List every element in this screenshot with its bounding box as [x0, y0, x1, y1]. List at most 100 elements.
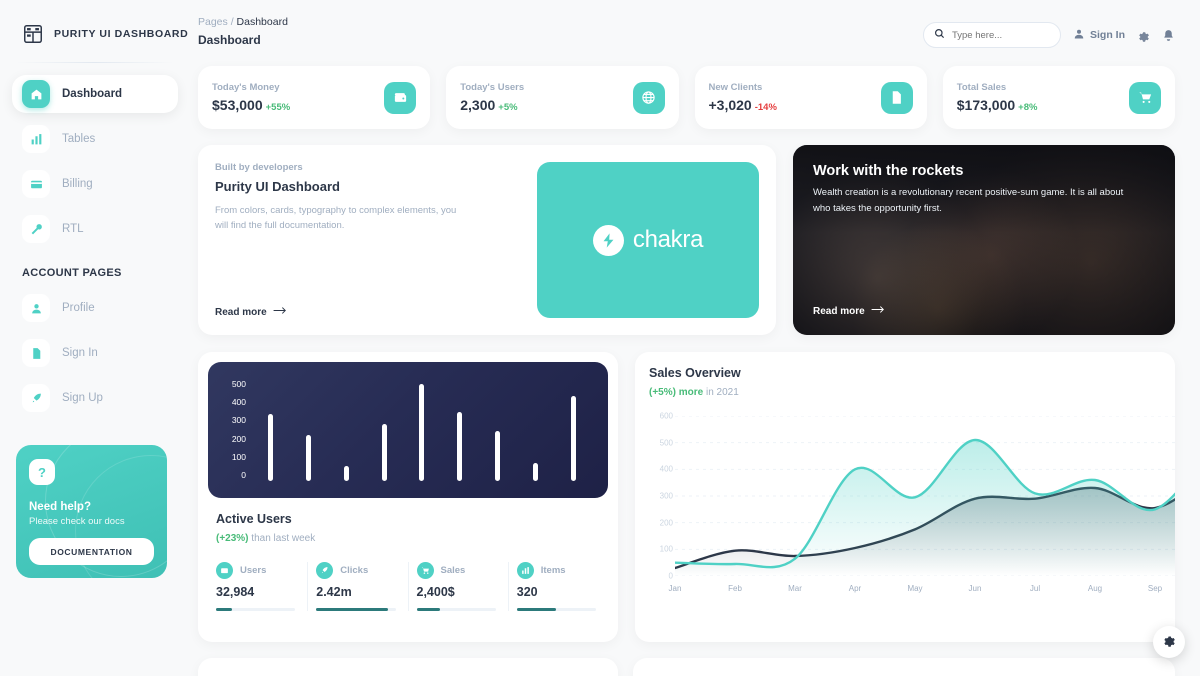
metric-value: 32,984: [216, 585, 255, 599]
bar-chart-bar: [494, 430, 500, 481]
sidebar-item-billing[interactable]: Billing: [12, 165, 178, 203]
gear-icon[interactable]: [1137, 29, 1150, 42]
sales-chart-y-tick: 200: [659, 518, 673, 528]
sidebar-divider: [16, 62, 174, 63]
sidebar-item-signup[interactable]: Sign Up: [12, 379, 178, 417]
stat-label: Today's Money: [212, 82, 280, 93]
built-card-read-more[interactable]: Read more: [215, 306, 525, 318]
sales-overview-title: Sales Overview: [649, 366, 741, 380]
search-input[interactable]: [952, 29, 1050, 41]
sidebar-item-label: RTL: [62, 223, 84, 235]
bar-chart-bar: [306, 434, 312, 481]
stat-value: $173,000: [956, 97, 1016, 113]
sidebar-item-label: Tables: [62, 133, 96, 145]
stat-value-row: +3,020 -14%: [709, 97, 777, 113]
gear-icon: [1162, 633, 1176, 652]
rockets-card-read-more[interactable]: Read more: [813, 305, 1155, 317]
sales-chart-x-tick: Jul: [1029, 584, 1041, 593]
sidebar-item-tables[interactable]: Tables: [12, 120, 178, 158]
help-card: ? Need help? Please check our docs DOCUM…: [16, 445, 167, 578]
stat-value-row: $53,000 +55%: [212, 97, 290, 113]
settings-fab-button[interactable]: [1153, 626, 1185, 658]
stat-value: +3,020: [708, 97, 752, 113]
chakra-logo-word: chakra: [632, 226, 704, 253]
sales-chart-y-tick: 500: [659, 438, 673, 448]
metric-progress-fill: [516, 608, 557, 611]
person-icon: [22, 294, 50, 322]
active-users-card: 500 400 300 200 100 0 Active Users (+23%) tha…: [198, 352, 618, 642]
built-card-eyebrow: Built by developers: [215, 162, 303, 173]
metric-items: Items 320: [509, 562, 608, 611]
next-card-placeholder-right: [633, 658, 1175, 676]
metric-progress-fill: [216, 608, 232, 611]
sales-chart-y-tick: 300: [659, 491, 673, 501]
bar-chart-y-tick: 100: [231, 451, 246, 462]
active-users-title: Active Users: [216, 512, 292, 526]
metric-label: Items: [540, 565, 566, 576]
sales-overview-line-chart: 600 500 400 300 200 100 0 Jan Feb Mar Apr May Jun Ju…: [649, 412, 1175, 606]
sales-chart-x-tick: Sep: [1147, 584, 1163, 593]
sidebar-item-label: Profile: [62, 302, 95, 314]
brand[interactable]: PURITY UI DASHBOARD: [0, 18, 190, 45]
sidebar-item-profile[interactable]: Profile: [12, 289, 178, 327]
stat-value: 2,300: [460, 97, 496, 113]
credit-card-icon: [22, 170, 50, 198]
sidebar-item-label: Sign In: [62, 347, 98, 359]
metric-progress-track: [216, 608, 296, 611]
sidebar-item-rtl[interactable]: RTL: [12, 210, 178, 248]
built-card-text: Built by developers Purity UI Dashboard …: [215, 162, 537, 318]
signin-label: Sign In: [1090, 29, 1125, 41]
metric-sales: Sales 2,400$: [409, 562, 509, 611]
bar-chart-bar: [457, 412, 463, 481]
stat-text: Total Sales $173,000 +8%: [957, 82, 1038, 113]
wrench-icon: [22, 215, 50, 243]
metric-progress-fill: [416, 608, 441, 611]
breadcrumb-current: Dashboard: [236, 16, 288, 28]
active-users-subtitle: (+23%) than last week: [216, 533, 608, 544]
stat-label: Today's Users: [460, 82, 525, 93]
bar-chart-bar: [268, 414, 274, 481]
stat-card-new-clients: New Clients +3,020 -14%: [694, 66, 927, 129]
bar-chart-y-tick: 200: [231, 433, 246, 444]
bar-chart-y-tick: 400: [231, 397, 246, 408]
metric-head: Items: [516, 562, 596, 579]
document-icon: [880, 81, 913, 114]
sidebar: PURITY UI DASHBOARD Dashboard Tables Bil…: [0, 0, 190, 676]
bell-icon[interactable]: [1162, 29, 1175, 42]
arrow-right-icon: [273, 306, 287, 318]
bar-chart-icon: [22, 125, 50, 153]
metric-label: Clicks: [340, 565, 369, 576]
work-with-the-rockets-card: Work with the rockets Wealth creation is…: [793, 145, 1175, 335]
search-box[interactable]: [923, 22, 1061, 48]
stat-delta: +5%: [498, 102, 518, 113]
signin-button[interactable]: Sign In: [1073, 28, 1125, 43]
stat-delta: +55%: [265, 102, 291, 113]
purity-logo-icon: [22, 23, 44, 45]
document-icon: [22, 339, 50, 367]
sales-chart-y-tick: 400: [659, 464, 673, 474]
sidebar-item-dashboard[interactable]: Dashboard: [12, 75, 178, 113]
stat-text: Today's Money $53,000 +55%: [212, 82, 290, 113]
stat-label: Total Sales: [956, 82, 1007, 93]
sidebar-item-label: Dashboard: [62, 88, 123, 100]
sales-chart-y-tick: 600: [659, 411, 673, 421]
chakra-logo-panel: chakra: [537, 162, 759, 318]
sales-chart-x-tick: Jun: [968, 584, 982, 593]
sales-overview-delta: (+5%) more: [649, 387, 704, 398]
bar-chart-bar: [419, 384, 425, 481]
active-users-delta-suffix: than last week: [251, 533, 316, 544]
sales-chart-x-tick: May: [907, 584, 923, 593]
rockets-card-title: Work with the rockets: [813, 163, 964, 179]
topbar-actions: Sign In: [923, 16, 1175, 48]
bar-chart-bar: [381, 424, 387, 481]
documentation-button[interactable]: DOCUMENTATION: [29, 538, 154, 565]
wallet-icon: [216, 562, 233, 579]
stat-label: New Clients: [708, 82, 763, 93]
breadcrumb-root[interactable]: Pages: [198, 16, 228, 28]
metric-head: Users: [216, 562, 295, 579]
metric-progress-track: [316, 608, 396, 611]
sales-overview-subtitle: (+5%) more in 2021: [649, 387, 1175, 398]
sidebar-item-signin[interactable]: Sign In: [12, 334, 178, 372]
built-by-developers-card: Built by developers Purity UI Dashboard …: [198, 145, 776, 335]
sales-chart-x-tick: Mar: [788, 584, 802, 593]
